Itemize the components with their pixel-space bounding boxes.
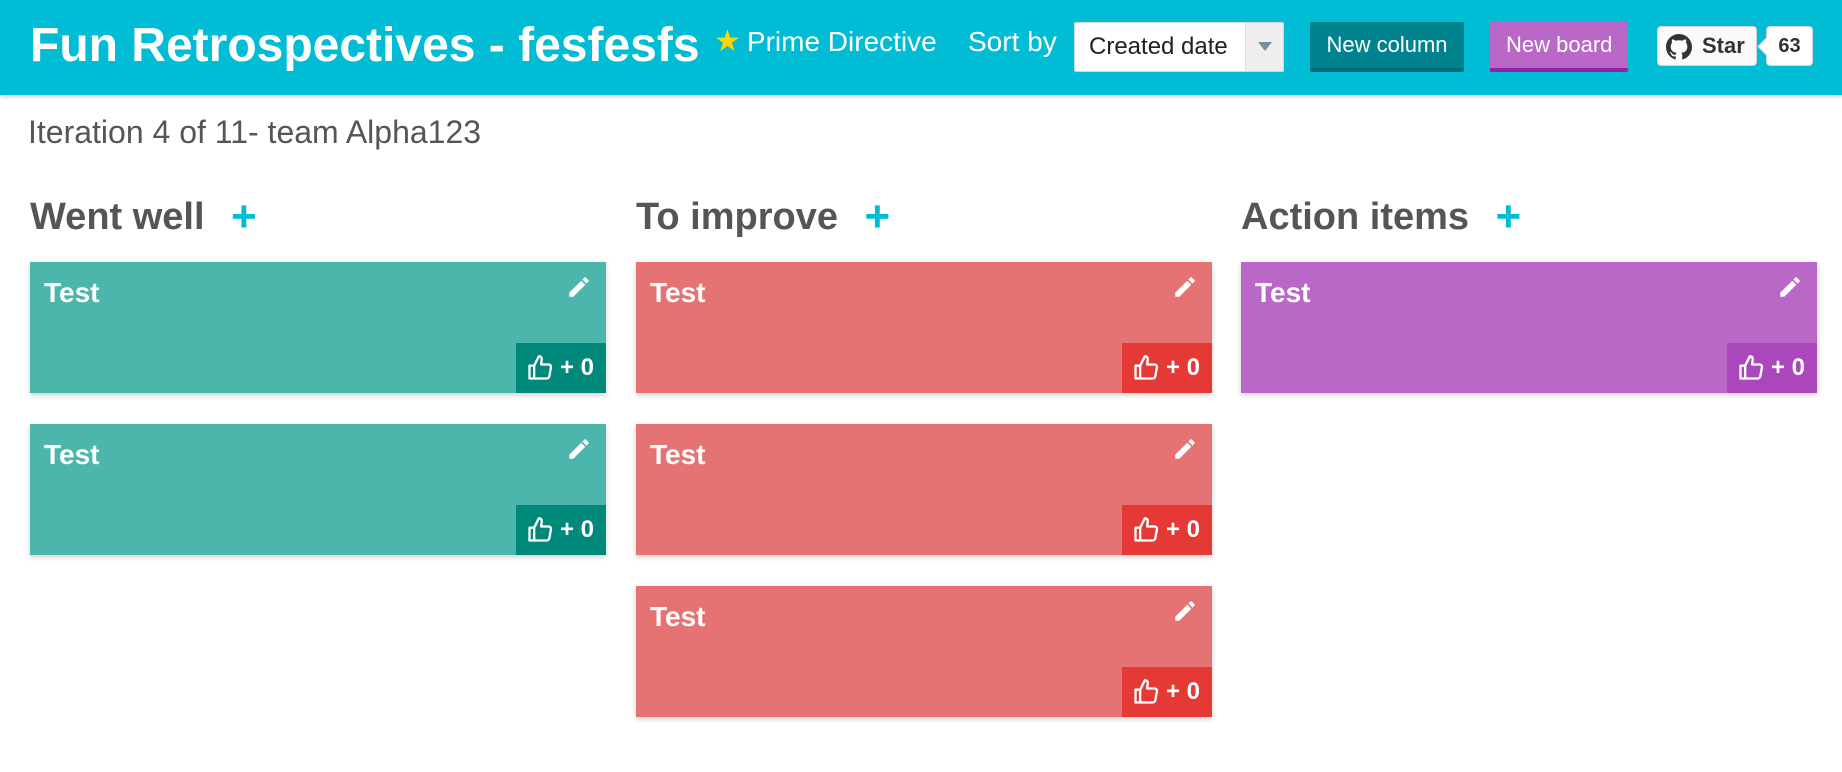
card[interactable]: Test + 0 — [30, 262, 606, 393]
prime-directive-link[interactable]: ★ Prime Directive — [714, 22, 937, 62]
vote-button[interactable]: + 0 — [1122, 667, 1212, 717]
add-card-button[interactable]: + — [864, 192, 890, 242]
vote-count: + 0 — [560, 516, 595, 543]
sort-select-value: Created date — [1089, 33, 1228, 60]
thumbs-up-icon — [1739, 355, 1764, 380]
board-subtitle: Iteration 4 of 11- team Alpha123 — [28, 114, 482, 150]
card-text: Test — [44, 277, 100, 308]
thumbs-up-icon — [528, 355, 553, 380]
pencil-icon[interactable] — [566, 436, 592, 462]
sort-select[interactable]: Created date — [1074, 22, 1284, 72]
vote-button[interactable]: + 0 — [1727, 343, 1817, 393]
column-went-well: Went well + Test + 0 Test + 0 — [30, 192, 606, 555]
card-text: Test — [650, 601, 706, 632]
board-title: Fun Retrospectives - fesfesfs — [30, 19, 700, 72]
vote-count: + 0 — [560, 354, 595, 381]
card-text: Test — [44, 439, 100, 470]
thumbs-up-icon — [1134, 517, 1159, 542]
card-text: Test — [1255, 277, 1311, 308]
pencil-icon[interactable] — [1777, 274, 1803, 300]
pencil-icon[interactable] — [1172, 436, 1198, 462]
github-icon — [1666, 34, 1692, 60]
vote-count: + 0 — [1166, 354, 1201, 381]
vote-button[interactable]: + 0 — [1122, 505, 1212, 555]
add-card-button[interactable]: + — [231, 192, 257, 242]
card[interactable]: Test + 0 — [30, 424, 606, 555]
vote-count: + 0 — [1166, 516, 1201, 543]
column-title: To improve — [636, 196, 838, 238]
vote-button[interactable]: + 0 — [516, 505, 606, 555]
prime-directive-label: Prime Directive — [746, 26, 937, 57]
card[interactable]: Test + 0 — [636, 424, 1212, 555]
card-text: Test — [650, 277, 706, 308]
thumbs-up-icon — [1134, 679, 1159, 704]
column-to-improve: To improve + Test + 0 Test + 0 Test + 0 — [636, 192, 1212, 717]
vote-button[interactable]: + 0 — [1122, 343, 1212, 393]
github-star-label: Star — [1702, 33, 1745, 58]
vote-count: + 0 — [1166, 678, 1201, 705]
column-action-items: Action items + Test + 0 — [1241, 192, 1817, 393]
vote-button[interactable]: + 0 — [516, 343, 606, 393]
top-bar: Fun Retrospectives - fesfesfs ★ Prime Dir… — [0, 0, 1842, 95]
pencil-icon[interactable] — [1172, 274, 1198, 300]
new-column-button[interactable]: New column — [1310, 22, 1464, 72]
star-icon: ★ — [714, 25, 741, 58]
column-title: Action items — [1241, 196, 1470, 238]
new-board-button[interactable]: New board — [1490, 22, 1628, 72]
pencil-icon[interactable] — [1172, 598, 1198, 624]
card[interactable]: Test + 0 — [1241, 262, 1817, 393]
card[interactable]: Test + 0 — [636, 262, 1212, 393]
thumbs-up-icon — [528, 517, 553, 542]
column-header: Action items + — [1241, 192, 1817, 242]
thumbs-up-icon — [1134, 355, 1159, 380]
github-star-button[interactable]: Star — [1657, 26, 1757, 66]
chevron-down-icon — [1245, 23, 1283, 71]
column-header: To improve + — [636, 192, 1212, 242]
card-text: Test — [650, 439, 706, 470]
vote-count: + 0 — [1771, 354, 1806, 381]
add-card-button[interactable]: + — [1496, 192, 1522, 242]
column-header: Went well + — [30, 192, 606, 242]
github-star-count[interactable]: 63 — [1766, 26, 1813, 66]
pencil-icon[interactable] — [566, 274, 592, 300]
card[interactable]: Test + 0 — [636, 586, 1212, 717]
column-title: Went well — [30, 196, 205, 238]
sort-by-label: Sort by — [968, 26, 1057, 57]
